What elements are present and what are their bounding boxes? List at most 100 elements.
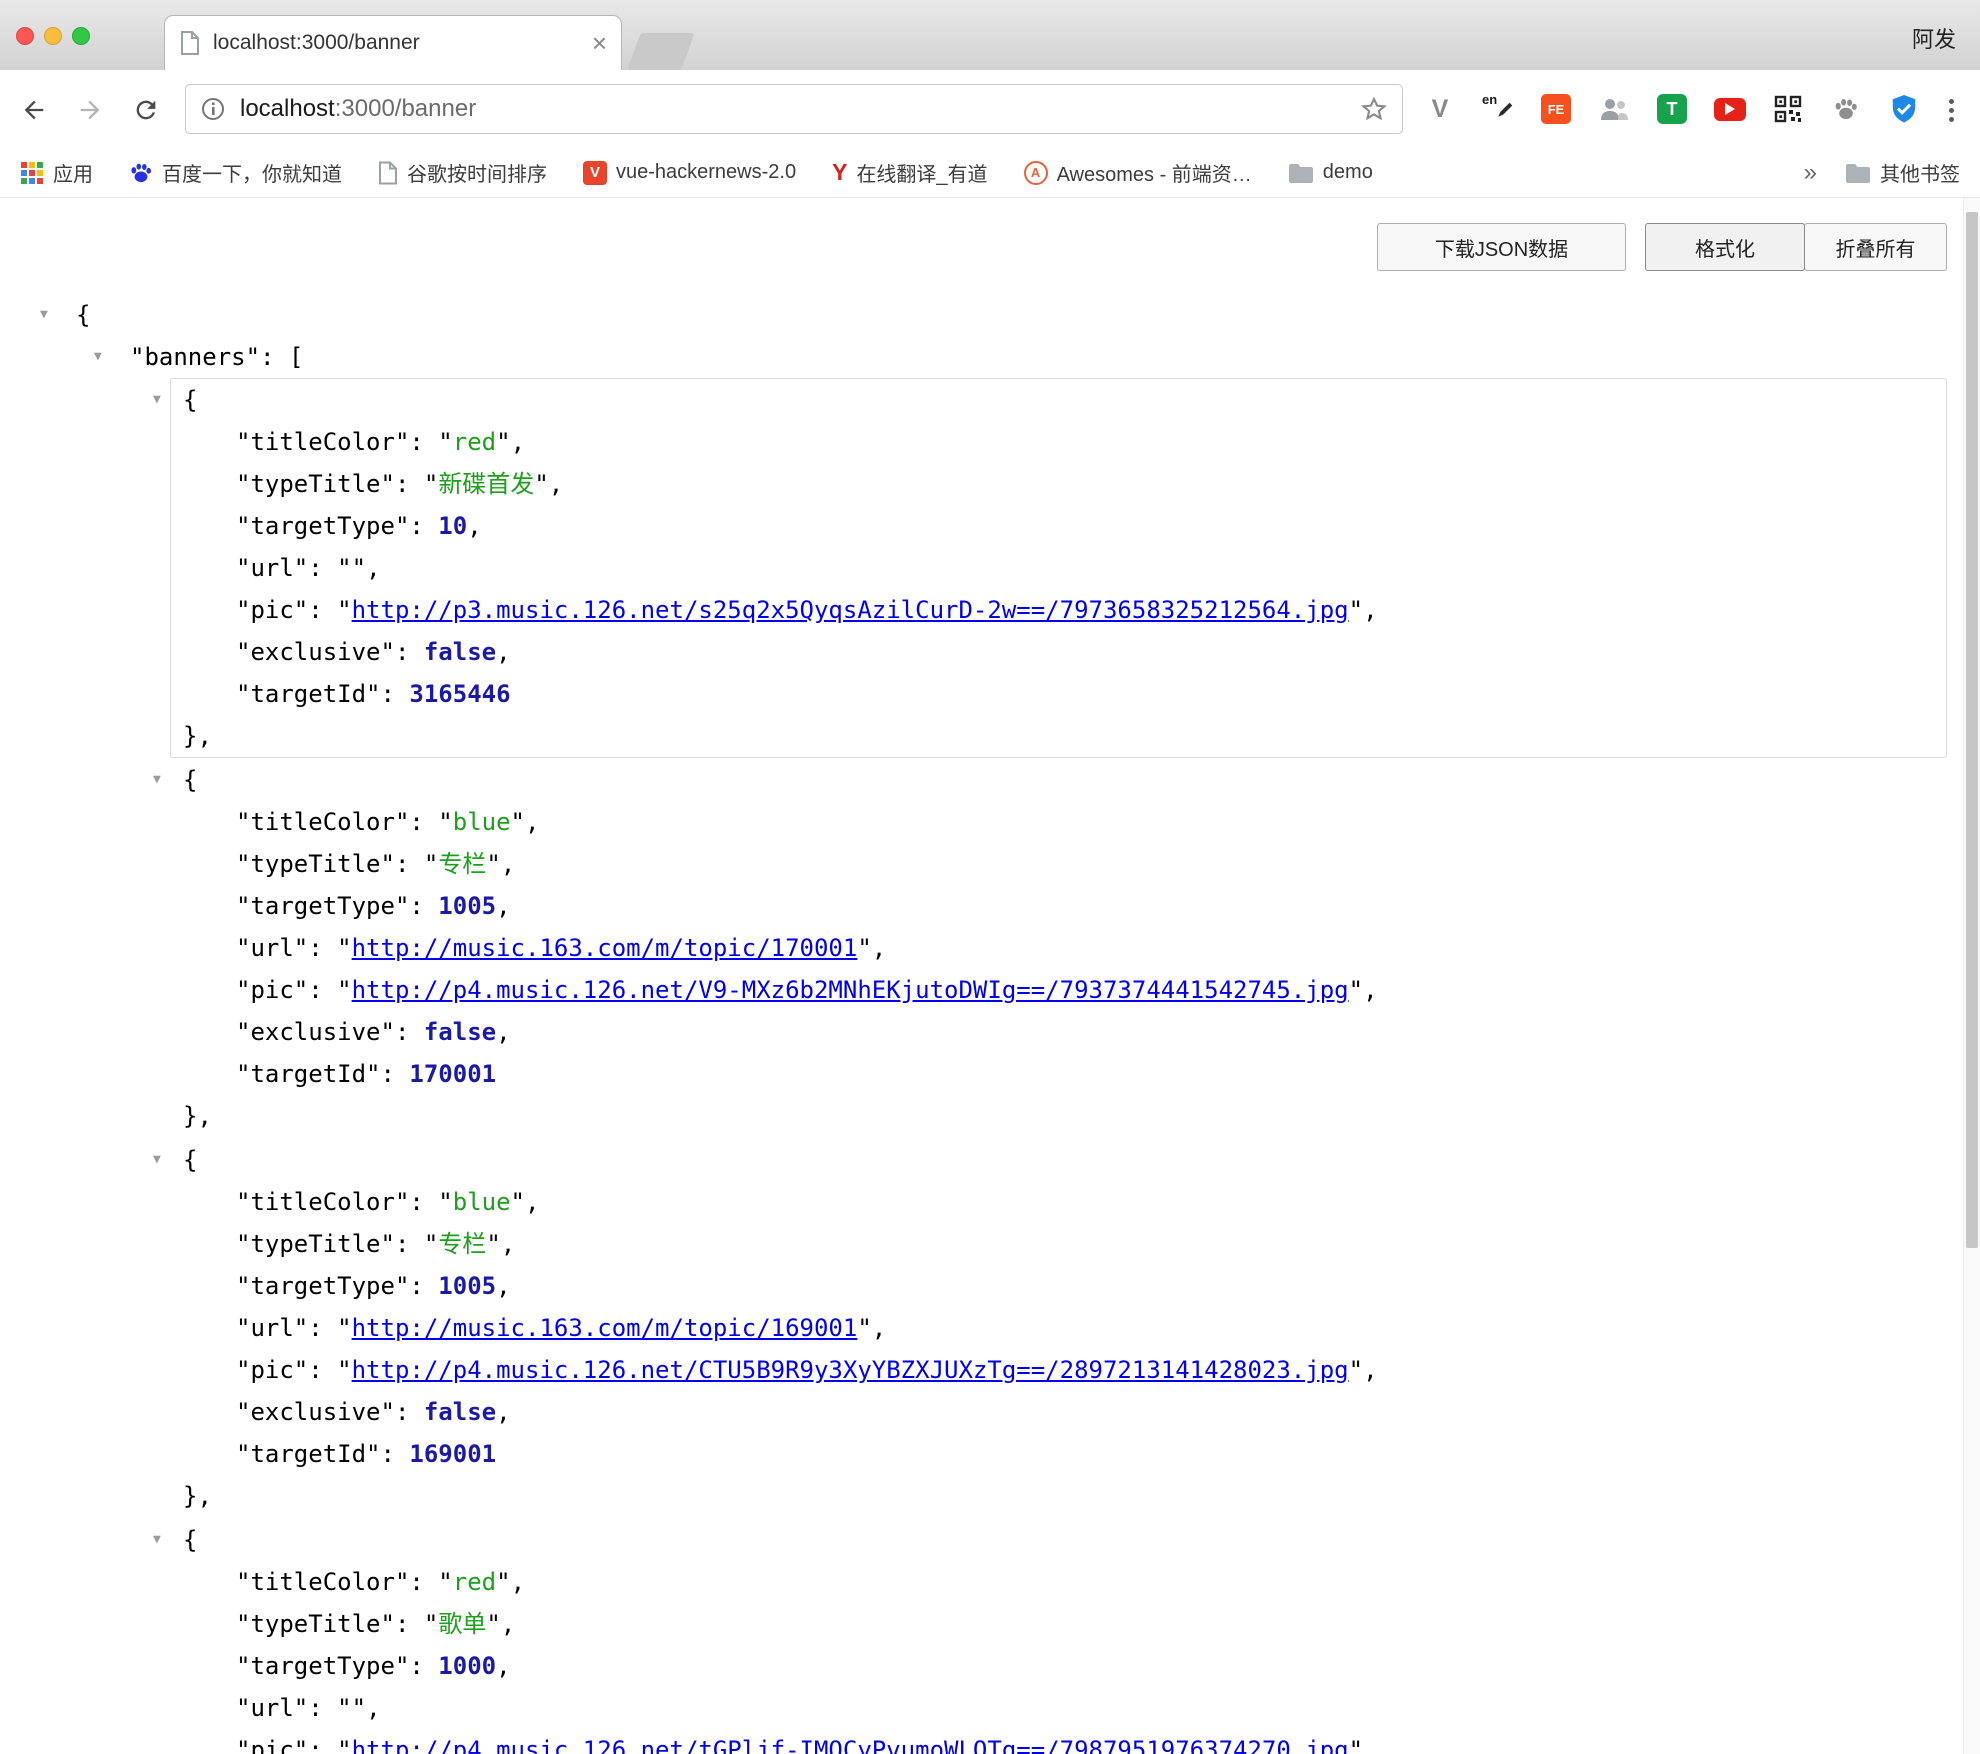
- json-key: "exclusive": [236, 1398, 395, 1426]
- json-key: "targetType": [236, 892, 409, 920]
- collapse-all-button[interactable]: 折叠所有: [1804, 223, 1947, 271]
- scrollbar-thumb[interactable]: [1966, 212, 1978, 1248]
- format-button[interactable]: 格式化: [1645, 223, 1805, 271]
- apps-grid-icon: [20, 161, 44, 185]
- collapse-toggle-icon[interactable]: ▼: [153, 1519, 161, 1561]
- json-line: ▼{: [171, 1139, 1946, 1181]
- json-key: "pic": [236, 1356, 308, 1384]
- json-line: "typeTitle": "专栏",: [171, 1223, 1946, 1265]
- page-info-icon[interactable]: [200, 96, 226, 122]
- json-number-value: 1005: [438, 1272, 496, 1300]
- bookmark-item-baidu[interactable]: 百度一下，你就知道: [129, 158, 342, 187]
- json-brace: {: [76, 301, 90, 329]
- close-window-button[interactable]: [16, 27, 34, 45]
- json-url-link[interactable]: http://music.163.com/m/topic/169001: [352, 1314, 858, 1342]
- json-line: ▼{: [171, 1519, 1946, 1561]
- json-line: ▼"banners": [: [0, 336, 1947, 378]
- tab-close-icon[interactable]: ×: [592, 30, 607, 56]
- paw-icon[interactable]: [1830, 93, 1862, 125]
- new-tab-button[interactable]: [627, 33, 694, 70]
- vertical-scrollbar[interactable]: [1963, 198, 1980, 1754]
- fe-icon[interactable]: FE: [1540, 93, 1572, 125]
- bookmark-label: Awesomes - 前端资…: [1057, 158, 1252, 187]
- json-object: ▼{"titleColor": "blue","typeTitle": "专栏"…: [170, 1138, 1947, 1518]
- bookmark-item-awesomes[interactable]: A Awesomes - 前端资…: [1024, 158, 1252, 187]
- json-url-link[interactable]: http://p4.music.126.net/CTU5B9R9y3XyYBZX…: [352, 1356, 1349, 1384]
- zoom-window-button[interactable]: [72, 27, 90, 45]
- json-brace: },: [183, 1102, 212, 1130]
- json-number-value: 1005: [438, 892, 496, 920]
- translate-icon[interactable]: en: [1482, 93, 1514, 125]
- profile-name[interactable]: 阿发: [1912, 22, 1956, 54]
- json-boolean-value: false: [424, 1018, 496, 1046]
- bookmark-label: 百度一下，你就知道: [162, 158, 342, 187]
- json-url-link[interactable]: http://p3.music.126.net/s25q2x5QyqsAzilC…: [352, 596, 1349, 624]
- collab-icon[interactable]: [1598, 93, 1630, 125]
- json-string-value: 专栏: [438, 1230, 486, 1258]
- extension-icons: V en FE T: [1424, 70, 1920, 148]
- browser-tab[interactable]: localhost:3000/banner ×: [164, 15, 622, 70]
- json-line: ▼{: [171, 759, 1946, 801]
- json-object: ▼{"titleColor": "red","typeTitle": "歌单",…: [170, 1518, 1947, 1754]
- json-line: ▼{: [0, 294, 1947, 336]
- json-object: ▼{"titleColor": "blue","typeTitle": "专栏"…: [170, 758, 1947, 1138]
- bookmark-item-youdao[interactable]: Y 在线翻译_有道: [832, 158, 987, 187]
- json-number-value: 10: [438, 512, 467, 540]
- json-line: "exclusive": false,: [171, 1391, 1946, 1433]
- reload-button[interactable]: [128, 92, 164, 128]
- url-bar[interactable]: localhost:3000/banner: [185, 84, 1403, 134]
- json-line: "typeTitle": "专栏",: [171, 843, 1946, 885]
- forward-button[interactable]: [72, 92, 108, 128]
- json-brace: {: [183, 1526, 197, 1554]
- json-number-value: 3165446: [409, 680, 510, 708]
- json-url-link[interactable]: http://p4.music.126.net/V9-MXz6b2MNhEKju…: [352, 976, 1349, 1004]
- json-line: "exclusive": false,: [171, 631, 1946, 673]
- youtube-icon[interactable]: [1714, 93, 1746, 125]
- bookmark-label: 其他书签: [1880, 158, 1960, 187]
- bookmarks-overflow-icon[interactable]: »: [1804, 159, 1817, 187]
- bookmark-star-icon[interactable]: [1360, 95, 1388, 123]
- json-brace: {: [183, 386, 197, 414]
- bookmark-item-vue-hackernews[interactable]: V vue-hackernews-2.0: [583, 161, 796, 185]
- bookmark-label: 应用: [53, 158, 93, 187]
- collapse-toggle-icon[interactable]: ▼: [94, 336, 102, 378]
- shield-check-icon[interactable]: [1888, 93, 1920, 125]
- json-key: "typeTitle": [236, 470, 395, 498]
- qr-code-icon[interactable]: [1772, 93, 1804, 125]
- json-key: "url": [236, 1694, 308, 1722]
- minimize-window-button[interactable]: [44, 27, 62, 45]
- baidu-paw-icon: [129, 161, 153, 185]
- back-button[interactable]: [16, 92, 52, 128]
- json-line: "targetType": 1000,: [171, 1645, 1946, 1687]
- bookmark-item-google-sort[interactable]: 谷歌按时间排序: [378, 158, 547, 187]
- json-key: "url": [236, 934, 308, 962]
- json-line: "url": "",: [171, 1687, 1946, 1729]
- json-key: "targetId": [236, 1060, 381, 1088]
- json-url-link[interactable]: http://p4.music.126.net/tGPljf-IMOCyPvum…: [352, 1736, 1349, 1754]
- collapse-toggle-icon[interactable]: ▼: [40, 294, 48, 336]
- page-icon: [378, 161, 398, 185]
- json-url-link[interactable]: http://music.163.com/m/topic/170001: [352, 934, 858, 962]
- bookmark-item-demo[interactable]: demo: [1288, 161, 1373, 184]
- bookmark-label: 在线翻译_有道: [856, 158, 987, 187]
- bookmark-item-other-bookmarks[interactable]: 其他书签: [1845, 158, 1960, 187]
- json-number-value: 169001: [409, 1440, 496, 1468]
- collapse-toggle-icon[interactable]: ▼: [153, 1139, 161, 1181]
- json-key: "targetId": [236, 680, 381, 708]
- json-line: "typeTitle": "歌单",: [171, 1603, 1946, 1645]
- collapse-toggle-icon[interactable]: ▼: [153, 759, 161, 801]
- json-number-value: 170001: [409, 1060, 496, 1088]
- json-line: },: [171, 1475, 1946, 1517]
- json-line: "exclusive": false,: [171, 1011, 1946, 1053]
- collapse-toggle-icon[interactable]: ▼: [153, 379, 161, 421]
- json-line: "titleColor": "red",: [171, 1561, 1946, 1603]
- download-json-button[interactable]: 下载JSON数据: [1377, 223, 1626, 271]
- bookmark-item-apps[interactable]: 应用: [20, 158, 93, 187]
- json-key: "banners": [130, 343, 260, 371]
- browser-toolbar: localhost:3000/banner V en FE T: [0, 70, 1980, 148]
- tab-title: localhost:3000/banner: [213, 31, 584, 55]
- vimium-icon[interactable]: V: [1424, 93, 1456, 125]
- browser-menu-icon[interactable]: [1936, 92, 1966, 128]
- tampermonkey-icon[interactable]: T: [1656, 93, 1688, 125]
- json-string-value: 新碟首发: [438, 470, 534, 498]
